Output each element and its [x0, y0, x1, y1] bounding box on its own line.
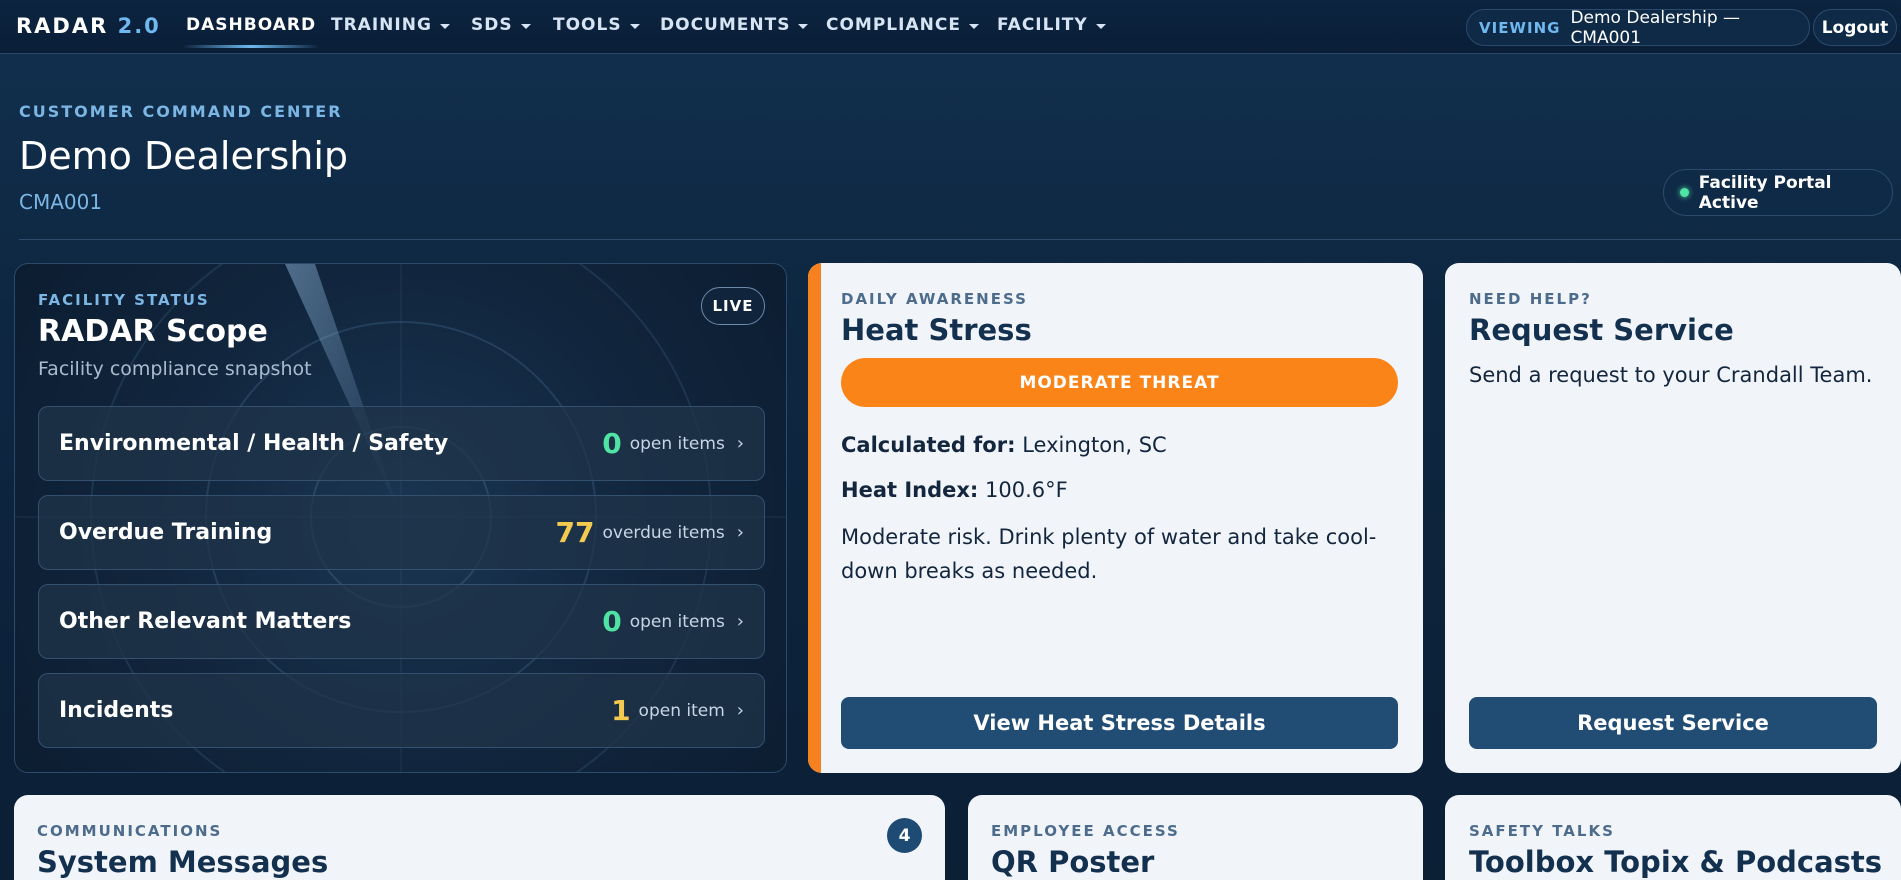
status-row-count: 77: [555, 516, 595, 549]
heat-description: Moderate risk. Drink plenty of water and…: [841, 525, 1377, 583]
chevron-down-icon: [629, 23, 640, 29]
nav-dashboard[interactable]: DASHBOARD: [181, 15, 321, 48]
nav-sds-label: SDS: [471, 15, 513, 35]
status-row-incidents[interactable]: Incidents 1 open item ›: [38, 673, 765, 748]
chevron-down-icon: [439, 23, 450, 29]
status-row-type: overdue items: [602, 522, 725, 543]
nav-documents-label: DOCUMENTS: [660, 15, 791, 35]
nav-facility[interactable]: FACILITY: [997, 15, 1106, 35]
status-row-label: Other Relevant Matters: [59, 609, 352, 634]
brand-logo[interactable]: RADAR 2.0: [16, 14, 161, 38]
portal-status-badge: Facility Portal Active: [1663, 169, 1893, 216]
status-row-count: 0: [602, 605, 622, 638]
header-divider: [19, 239, 1901, 240]
calculated-for: Calculated for: Lexington, SC: [841, 433, 1167, 457]
nav-dashboard-label: DASHBOARD: [186, 15, 317, 35]
chevron-down-icon: [968, 23, 979, 29]
status-row-overdue-training[interactable]: Overdue Training 77 overdue items ›: [38, 495, 765, 570]
message-count-badge: 4: [887, 818, 922, 853]
status-dot-icon: [1680, 188, 1689, 197]
live-badge: LIVE: [701, 287, 765, 325]
portal-status-text: Facility Portal Active: [1698, 172, 1832, 213]
nav-training-label: TRAINING: [331, 15, 432, 35]
service-description: Send a request to your Crandall Team.: [1469, 363, 1873, 387]
radar-title: RADAR Scope: [38, 314, 268, 349]
chevron-down-icon: [1095, 23, 1106, 29]
status-row-label: Incidents: [59, 698, 174, 723]
status-row-type: open items: [629, 433, 725, 454]
radar-eyebrow: FACILITY STATUS: [38, 291, 210, 309]
heat-stress-card: DAILY AWARENESS Heat Stress MODERATE THR…: [808, 263, 1423, 773]
brand-version: 2.0: [117, 14, 161, 38]
talks-title: Toolbox Topix & Podcasts: [1469, 845, 1883, 879]
status-row-count: 1: [611, 694, 631, 727]
brand-name: RADAR: [16, 14, 109, 38]
threat-level-badge: MODERATE THREAT: [841, 358, 1398, 407]
heat-index: Heat Index: 100.6°F: [841, 478, 1068, 502]
heat-index-label: Heat Index:: [841, 478, 979, 502]
nav-training[interactable]: TRAINING: [331, 15, 450, 35]
facility-code: CMA001: [19, 190, 103, 214]
request-service-card: NEED HELP? Request Service Send a reques…: [1445, 263, 1901, 773]
chevron-down-icon: [520, 23, 531, 29]
messages-title: System Messages: [37, 845, 329, 879]
page-title: Demo Dealership: [19, 134, 349, 178]
status-row-count: 0: [602, 427, 622, 460]
nav-compliance[interactable]: COMPLIANCE: [826, 15, 979, 35]
status-row-label: Environmental / Health / Safety: [59, 431, 449, 456]
nav-tools[interactable]: TOOLS: [553, 15, 640, 35]
status-row-type: open items: [629, 611, 725, 632]
top-nav: RADAR 2.0 DASHBOARD TRAINING SDS TOOLS D…: [0, 0, 1901, 54]
chevron-down-icon: [798, 23, 809, 29]
chevron-right-icon: ›: [736, 522, 744, 543]
heat-accent-bar: [808, 263, 821, 773]
nav-documents[interactable]: DOCUMENTS: [660, 15, 809, 35]
logout-button[interactable]: Logout: [1813, 9, 1897, 46]
viewing-label: VIEWING: [1479, 18, 1561, 37]
request-service-button[interactable]: Request Service: [1469, 697, 1877, 749]
service-eyebrow: NEED HELP?: [1469, 290, 1592, 308]
messages-eyebrow: COMMUNICATIONS: [37, 822, 223, 840]
status-row-label: Overdue Training: [59, 520, 273, 545]
heat-index-value: 100.6°F: [985, 478, 1068, 502]
heat-title: Heat Stress: [841, 313, 1032, 347]
viewing-value: Demo Dealership — CMA001: [1570, 7, 1741, 48]
calculated-for-value: Lexington, SC: [1022, 433, 1167, 457]
nav-tools-label: TOOLS: [553, 15, 622, 35]
status-row-other-matters[interactable]: Other Relevant Matters 0 open items ›: [38, 584, 765, 659]
chevron-right-icon: ›: [736, 433, 744, 454]
radar-scope-card: FACILITY STATUS RADAR Scope Facility com…: [14, 263, 787, 773]
radar-subtitle: Facility compliance snapshot: [38, 358, 312, 380]
heat-eyebrow: DAILY AWARENESS: [841, 290, 1028, 308]
qr-eyebrow: EMPLOYEE ACCESS: [991, 822, 1180, 840]
nav-compliance-label: COMPLIANCE: [826, 15, 961, 35]
status-row-ehs[interactable]: Environmental / Health / Safety 0 open i…: [38, 406, 765, 481]
chevron-right-icon: ›: [736, 611, 744, 632]
nav-sds[interactable]: SDS: [471, 15, 531, 35]
calculated-for-label: Calculated for:: [841, 433, 1016, 457]
talks-eyebrow: SAFETY TALKS: [1469, 822, 1615, 840]
safety-talks-card: SAFETY TALKS Toolbox Topix & Podcasts: [1445, 795, 1901, 880]
service-title: Request Service: [1469, 313, 1734, 347]
status-row-type: open item: [638, 700, 725, 721]
page-eyebrow: CUSTOMER COMMAND CENTER: [19, 102, 343, 121]
qr-poster-card: EMPLOYEE ACCESS QR Poster: [968, 795, 1423, 880]
chevron-right-icon: ›: [736, 700, 744, 721]
qr-title: QR Poster: [991, 845, 1155, 879]
system-messages-card: COMMUNICATIONS System Messages 4: [14, 795, 945, 880]
viewing-pill[interactable]: VIEWING Demo Dealership — CMA001: [1466, 7, 1810, 48]
nav-facility-label: FACILITY: [997, 15, 1088, 35]
view-heat-stress-button[interactable]: View Heat Stress Details: [841, 697, 1398, 749]
